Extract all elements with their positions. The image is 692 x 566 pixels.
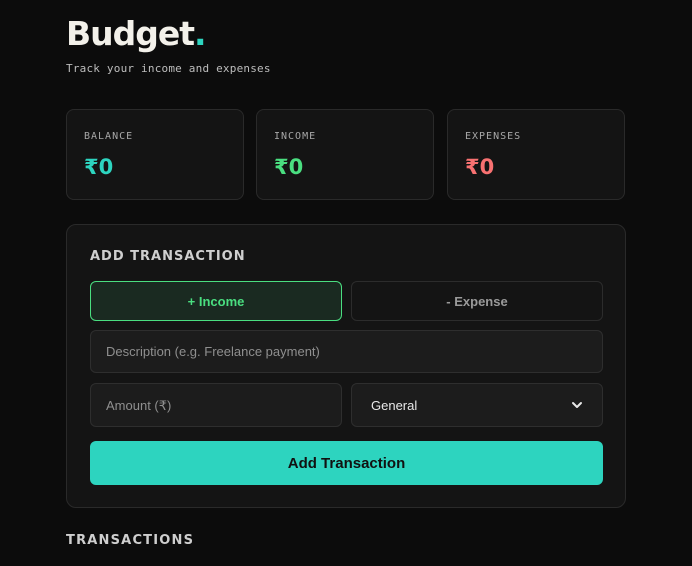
category-selected-value: General [371,397,418,413]
balance-card: BALANCE ₹0 [66,109,244,200]
income-value: ₹0 [274,155,304,179]
description-input[interactable] [90,330,603,373]
amount-input[interactable] [90,383,342,427]
transactions-heading: TRANSACTIONS [66,533,195,548]
expense-toggle-button[interactable]: - Expense [351,281,603,321]
summary-cards: BALANCE ₹0 INCOME ₹0 EXPENSES ₹0 [66,109,626,200]
balance-value: ₹0 [84,155,114,179]
balance-label: BALANCE [84,131,134,142]
page-subtitle: Track your income and expenses [66,62,271,75]
income-toggle-button[interactable]: + Income [90,281,342,321]
title-accent-dot: . [194,14,207,53]
category-select[interactable]: General [351,383,603,427]
income-label: INCOME [274,131,317,142]
chevron-down-icon [571,399,583,411]
add-transaction-panel: ADD TRANSACTION + Income - Expense Gener… [66,224,626,508]
expenses-value: ₹0 [465,155,495,179]
title-text: Budget [66,14,195,53]
page-title: Budget. [66,14,207,53]
add-transaction-button[interactable]: Add Transaction [90,441,603,485]
expenses-card: EXPENSES ₹0 [447,109,625,200]
add-transaction-title: ADD TRANSACTION [90,249,246,264]
expenses-label: EXPENSES [465,131,522,142]
income-card: INCOME ₹0 [256,109,434,200]
header: Budget. Track your income and expenses [66,16,626,86]
